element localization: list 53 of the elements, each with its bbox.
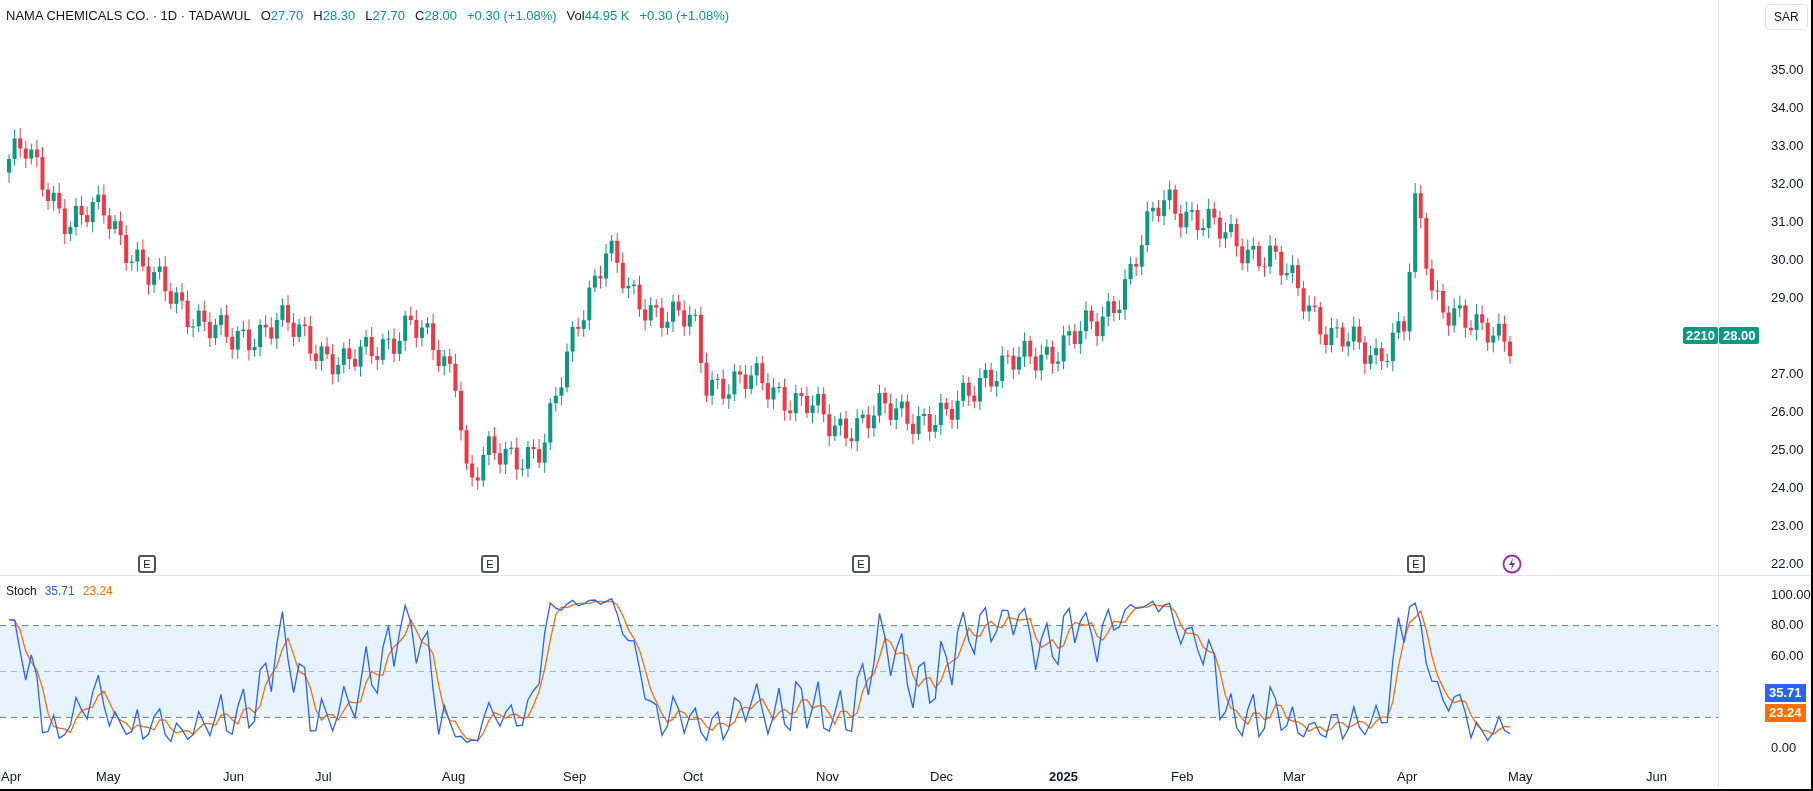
time-axis-label: Feb — [1171, 768, 1194, 787]
volume-badge: 2210 — [1683, 327, 1718, 344]
time-axis-label: Mar — [1283, 768, 1306, 787]
stochastic-axis-label: 100.00 — [1771, 586, 1811, 603]
volume-change: +0.30 (+1.08%) — [639, 7, 730, 25]
price-axis-label: 29.00 — [1771, 290, 1804, 306]
price-axis-label: 33.00 — [1771, 138, 1804, 154]
price-axis-label: 26.00 — [1771, 404, 1804, 420]
stochastic-axis-label: 0.00 — [1771, 739, 1797, 756]
d-value-badge: 23.24 — [1765, 703, 1806, 722]
time-axis-label: Jun — [1646, 768, 1667, 787]
currency-button[interactable]: SAR — [1765, 4, 1808, 30]
earnings-marker[interactable]: E — [852, 555, 870, 573]
time-axis-label: 2025 — [1049, 768, 1078, 787]
time-axis-label: Apr — [1, 768, 22, 787]
price-axis-label: 31.00 — [1771, 214, 1804, 230]
stochastic-axis-label: 60.00 — [1771, 647, 1804, 664]
time-axis-label: Dec — [930, 768, 954, 787]
k-value: 35.71 — [44, 582, 75, 600]
time-axis-label: Nov — [816, 768, 840, 787]
price-axis-label: 32.00 — [1771, 176, 1804, 192]
change-value: +0.30 (+1.08%) — [466, 7, 557, 25]
ohlc-value: O27.70 — [260, 7, 304, 25]
earnings-marker[interactable]: E — [1407, 555, 1425, 573]
price-axis-label: 34.00 — [1771, 100, 1804, 116]
time-axis-label: Jun — [223, 768, 244, 787]
stochastic-axis-label: 80.00 — [1771, 617, 1804, 634]
earnings-marker[interactable]: E — [481, 555, 499, 573]
time-axis-label: Aug — [442, 768, 466, 787]
price-axis-label: 27.00 — [1771, 366, 1804, 382]
d-value: 23.24 — [82, 582, 113, 600]
symbol-title: NAMA CHEMICALS CO. · 1D · TADAWUL — [6, 7, 251, 25]
last-price-badge: 28.00 — [1718, 327, 1760, 344]
time-axis-label: May — [1508, 768, 1533, 787]
time-axis-label: Apr — [1397, 768, 1418, 787]
price-axis-label: 24.00 — [1771, 480, 1804, 496]
time-axis-label: Oct — [683, 768, 704, 787]
ohlc-value: H28.30 — [313, 7, 356, 25]
earnings-marker[interactable]: E — [138, 555, 156, 573]
ohlc-value: L27.70 — [365, 7, 406, 25]
time-axis-label: Sep — [563, 768, 587, 787]
price-axis-label: 23.00 — [1771, 518, 1804, 534]
lightning-icon[interactable] — [1502, 554, 1522, 574]
time-axis-label: Jul — [315, 768, 332, 787]
time-axis-label: May — [96, 768, 121, 787]
price-axis-label: 30.00 — [1771, 252, 1804, 268]
indicator-title: Stoch — [6, 582, 37, 600]
k-value-badge: 35.71 — [1765, 683, 1806, 702]
volume-value: Vol44.95 K — [566, 7, 630, 25]
price-axis-label: 22.00 — [1771, 556, 1804, 572]
price-axis-label: 35.00 — [1771, 62, 1804, 78]
price-axis-label: 25.00 — [1771, 442, 1804, 458]
ohlc-value: C28.00 — [415, 7, 457, 25]
